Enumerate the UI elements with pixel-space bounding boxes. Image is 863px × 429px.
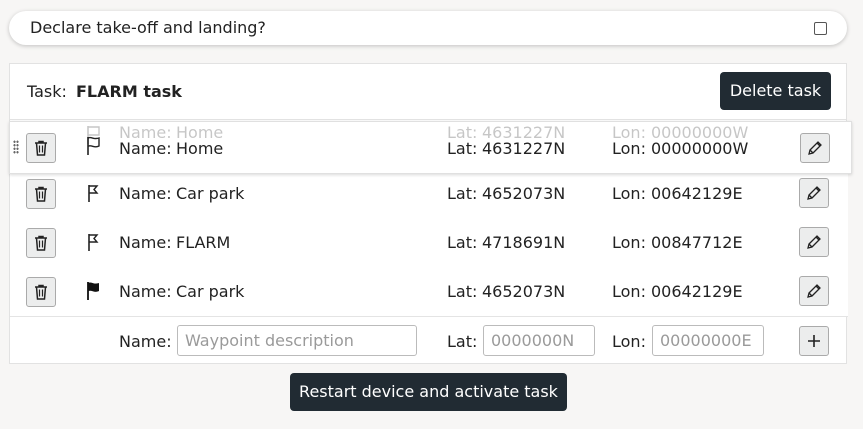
pencil-icon: [807, 186, 821, 200]
flag-small-outline-icon: [83, 231, 103, 253]
new-waypoint-lon-label: Lon:: [612, 332, 646, 351]
delete-waypoint-button[interactable]: [26, 228, 56, 258]
trash-icon: [35, 140, 47, 156]
waypoint-row: Name: FLARM Lat: 4718691N Lon: 00847712E: [10, 218, 848, 268]
waypoint-row-dragging[interactable]: Name: Home Lat: 4631227N Lon: 00000000W …: [9, 121, 852, 174]
task-header: Task: FLARM task Delete task: [10, 64, 846, 120]
trash-icon: [35, 235, 47, 251]
waypoint-lon: 00847712E: [651, 233, 743, 252]
edit-waypoint-button[interactable]: [799, 178, 829, 208]
waypoint-lon-label: Lon:: [612, 233, 646, 252]
waypoint-lon-label: Lon:: [612, 282, 646, 301]
waypoint-lon-label: Lon:: [612, 139, 646, 158]
waypoint-lat-label: Lat:: [447, 233, 478, 252]
pencil-icon: [807, 235, 821, 249]
waypoint-lat: 4718691N: [482, 233, 566, 252]
waypoint-lon: 00642129E: [651, 282, 743, 301]
pencil-icon: [807, 284, 821, 298]
waypoint-lat: 4652073N: [482, 282, 566, 301]
pencil-icon: [808, 141, 822, 155]
latitude-input[interactable]: 0000000N: [483, 325, 595, 356]
restart-activate-button[interactable]: Restart device and activate task: [290, 373, 567, 411]
edit-waypoint-button[interactable]: [799, 276, 829, 306]
waypoint-description-input[interactable]: Waypoint description: [177, 325, 417, 356]
declare-checkbox[interactable]: [814, 22, 827, 35]
task-label: Task:: [27, 82, 67, 101]
plus-icon: [808, 335, 820, 347]
declare-label: Declare take-off and landing?: [30, 18, 266, 37]
waypoint-lon: 00642129E: [651, 184, 743, 203]
edit-waypoint-button[interactable]: [800, 133, 830, 163]
new-waypoint-name-label: Name:: [119, 332, 172, 351]
add-waypoint-button[interactable]: [799, 326, 829, 356]
trash-icon: [35, 284, 47, 300]
task-name: FLARM task: [76, 82, 182, 101]
waypoint-lat-label: Lat:: [447, 139, 478, 158]
delete-waypoint-button[interactable]: [26, 277, 56, 307]
waypoint-name: Car park: [176, 282, 245, 301]
delete-task-button[interactable]: Delete task: [720, 72, 831, 110]
waypoint-name-label: Name:: [119, 139, 172, 158]
waypoint-name: Car park: [176, 184, 245, 203]
waypoint-row: Name: Car park Lat: 4652073N Lon: 006421…: [10, 169, 848, 219]
waypoint-name-label: Name:: [119, 282, 172, 301]
new-waypoint-lat-label: Lat:: [447, 332, 478, 351]
waypoint-row: Name: Car park Lat: 4652073N Lon: 006421…: [10, 267, 848, 317]
drag-handle-icon[interactable]: [13, 140, 19, 154]
declare-takeoff-landing-row: Declare take-off and landing?: [9, 11, 847, 45]
trash-icon: [35, 186, 47, 202]
waypoint-name: Home: [176, 139, 224, 158]
add-waypoint-row: Name: Waypoint description Lat: 0000000N…: [10, 316, 848, 365]
waypoint-lat-label: Lat:: [447, 282, 478, 301]
edit-waypoint-button[interactable]: [799, 227, 829, 257]
waypoint-name: FLARM: [176, 233, 231, 252]
waypoint-lat-label: Lat:: [447, 184, 478, 203]
flag-small-outline-icon: [83, 182, 103, 204]
flag-outline-icon: [83, 135, 103, 157]
waypoint-lon-label: Lon:: [612, 184, 646, 203]
waypoint-name-label: Name:: [119, 184, 172, 203]
waypoint-lon: 00000000W: [651, 139, 749, 158]
waypoint-lat: 4652073N: [482, 184, 566, 203]
waypoint-name-label: Name:: [119, 233, 172, 252]
delete-waypoint-button[interactable]: [26, 179, 56, 209]
delete-waypoint-button[interactable]: [26, 133, 56, 163]
waypoint-lat: 4631227N: [482, 139, 566, 158]
flag-filled-icon: [83, 280, 103, 302]
longitude-input[interactable]: 00000000E: [652, 325, 764, 356]
